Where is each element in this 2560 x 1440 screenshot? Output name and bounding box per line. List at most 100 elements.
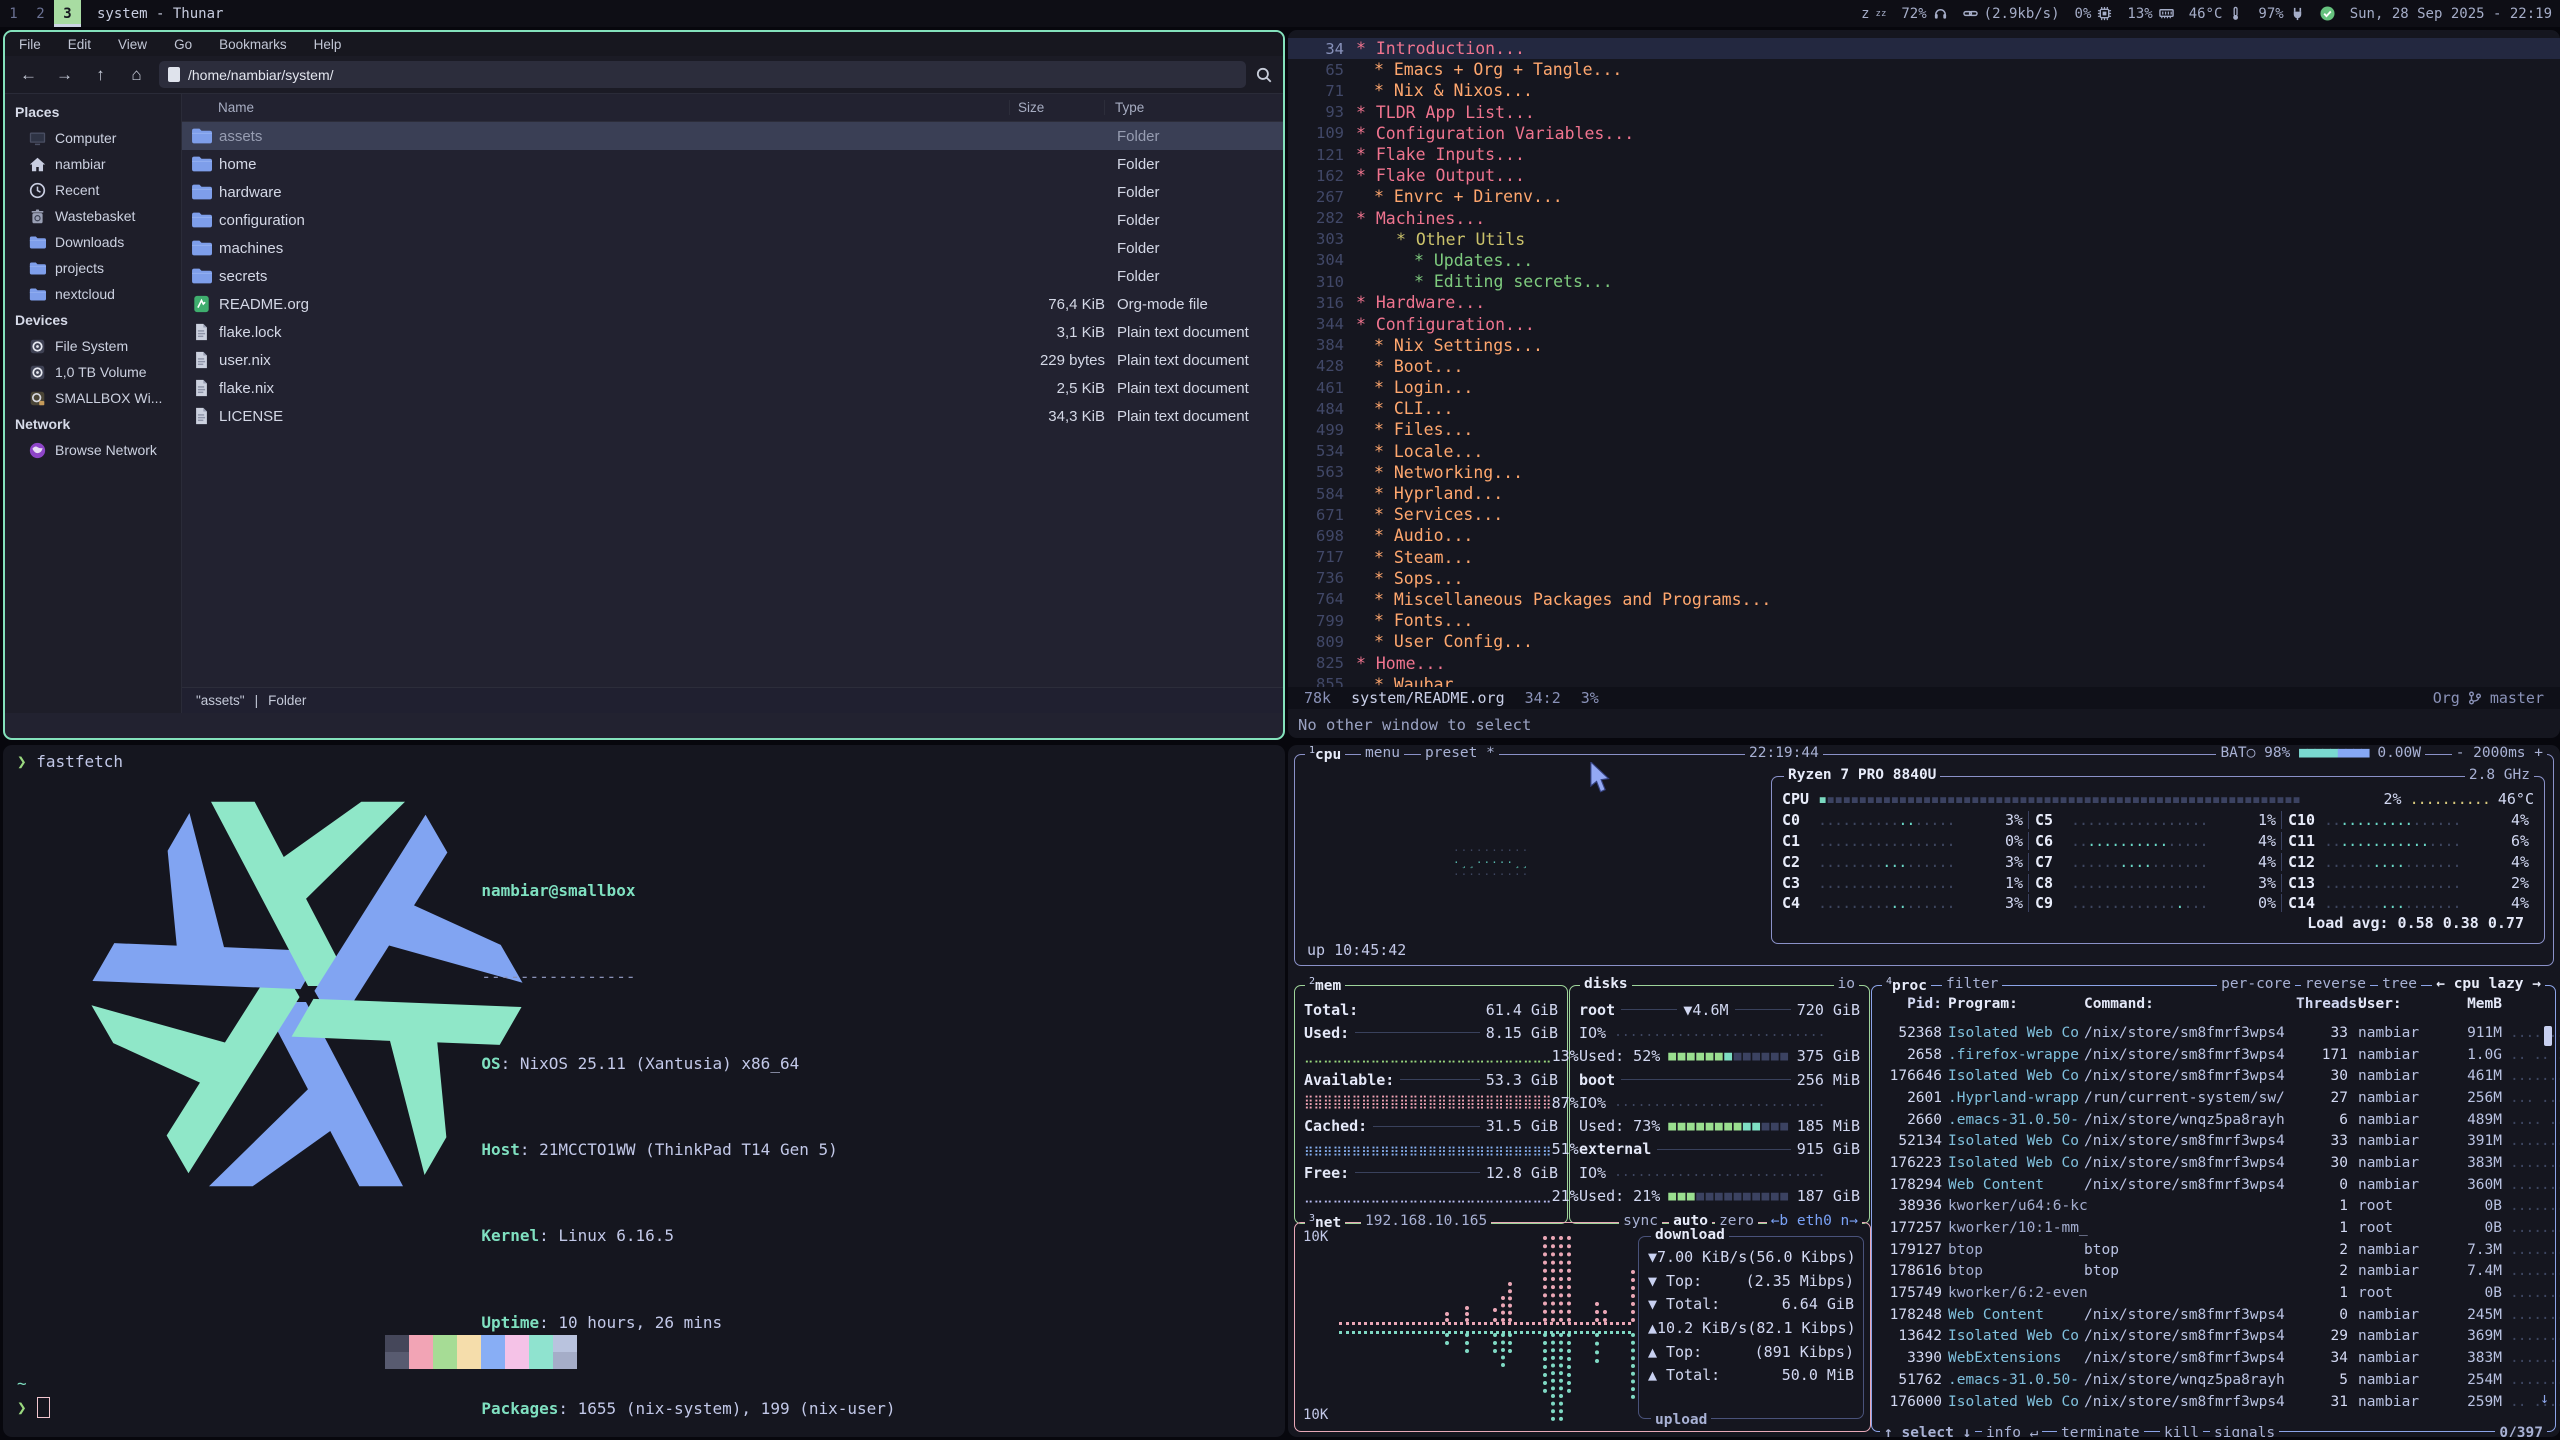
org-heading-line[interactable]: 310 * Editing secrets...: [1288, 271, 2560, 292]
org-heading-line[interactable]: 267 * Envrc + Direnv...: [1288, 186, 2560, 207]
sidebar-item[interactable]: Places: [5, 99, 181, 125]
sidebar-item[interactable]: Computer: [5, 125, 181, 151]
process-row[interactable]: 2660 .emacs-31.0.50- /nix/store/wnqz5pa8…: [1880, 1109, 2547, 1131]
process-row[interactable]: 13642 Isolated Web Co /nix/store/sm8fmrf…: [1880, 1326, 2547, 1348]
proc-reverse-toggle[interactable]: reverse: [2301, 976, 2370, 992]
org-heading-line[interactable]: 484 * CLI...: [1288, 398, 2560, 419]
menu-item[interactable]: Edit: [68, 37, 91, 52]
process-row[interactable]: 52368 Isolated Web Co /nix/store/sm8fmrf…: [1880, 1022, 2547, 1044]
home-button[interactable]: ⌂: [123, 61, 150, 88]
org-heading-line[interactable]: 121 * Flake Inputs...: [1288, 144, 2560, 165]
proc-kill-hint[interactable]: kill: [2160, 1425, 2203, 1437]
network-indicator[interactable]: (2.9kb/s): [1963, 6, 2060, 22]
org-heading-line[interactable]: 671 * Services...: [1288, 504, 2560, 525]
clock[interactable]: Sun, 28 Sep 2025 - 22:19: [2350, 6, 2552, 22]
sidebar-item[interactable]: Browse Network: [5, 437, 181, 463]
menu-item[interactable]: File: [19, 37, 41, 52]
file-row[interactable]: configuration Folder: [182, 206, 1283, 234]
sidebar-item[interactable]: nambiar: [5, 151, 181, 177]
org-heading-line[interactable]: 316 * Hardware...: [1288, 292, 2560, 313]
proc-tree-toggle[interactable]: tree: [2378, 976, 2421, 992]
file-row[interactable]: user.nix 229 bytes Plain text document: [182, 346, 1283, 374]
org-heading-line[interactable]: 736 * Sops...: [1288, 568, 2560, 589]
menu-item[interactable]: Go: [174, 37, 192, 52]
check-circle-icon[interactable]: [2320, 6, 2335, 21]
org-heading-line[interactable]: 162 * Flake Output...: [1288, 165, 2560, 186]
memory-indicator[interactable]: 13%: [2127, 6, 2173, 22]
up-button[interactable]: ↑: [87, 61, 114, 88]
org-heading-line[interactable]: 34 * Introduction...: [1288, 38, 2560, 59]
menu-item[interactable]: View: [118, 37, 147, 52]
path-bar[interactable]: /home/nambiar/system/: [159, 61, 1246, 88]
process-row[interactable]: 2601 .Hyprland-wrapp /run/current-system…: [1880, 1087, 2547, 1109]
menu-item[interactable]: Bookmarks: [219, 37, 287, 52]
org-heading-line[interactable]: 825 * Home...: [1288, 652, 2560, 673]
file-row[interactable]: machines Folder: [182, 234, 1283, 262]
sidebar-item[interactable]: Downloads: [5, 229, 181, 255]
proc-percore-toggle[interactable]: per-core: [2217, 976, 2295, 992]
volume-indicator[interactable]: 72%: [1901, 6, 1947, 22]
file-row[interactable]: flake.lock 3,1 KiB Plain text document: [182, 318, 1283, 346]
org-heading-line[interactable]: 799 * Fonts...: [1288, 610, 2560, 631]
org-heading-line[interactable]: 384 * Nix Settings...: [1288, 335, 2560, 356]
org-heading-line[interactable]: 717 * Steam...: [1288, 547, 2560, 568]
sidebar-item[interactable]: Devices: [5, 307, 181, 333]
idle-inhibit-indicator[interactable]: zzz: [1861, 6, 1886, 22]
cpu-tab[interactable]: 1cpu: [1305, 745, 1345, 763]
process-row[interactable]: 38936 kworker/u64:6-kc 1 root 0B .......…: [1880, 1196, 2547, 1218]
file-row[interactable]: LICENSE 34,3 KiB Plain text document: [182, 402, 1283, 430]
preset-button[interactable]: preset *: [1421, 745, 1499, 761]
org-heading-line[interactable]: 584 * Hyprland...: [1288, 483, 2560, 504]
process-row[interactable]: 176646 Isolated Web Co /nix/store/sm8fmr…: [1880, 1065, 2547, 1087]
org-heading-line[interactable]: 428 * Boot...: [1288, 356, 2560, 377]
file-row[interactable]: home Folder: [182, 150, 1283, 178]
org-heading-line[interactable]: 563 * Networking...: [1288, 462, 2560, 483]
proc-scrollbar-thumb[interactable]: [2544, 1026, 2552, 1046]
process-row[interactable]: 178294 Web Content /nix/store/sm8fmrf3wp…: [1880, 1174, 2547, 1196]
proc-tab[interactable]: 4proc: [1882, 976, 1931, 994]
menu-item[interactable]: Help: [314, 37, 342, 52]
process-row[interactable]: 3390 WebExtensions /nix/store/sm8fmrf3wp…: [1880, 1347, 2547, 1369]
file-row[interactable]: flake.nix 2,5 KiB Plain text document: [182, 374, 1283, 402]
temperature-indicator[interactable]: 46°C: [2189, 6, 2244, 22]
disks-tab[interactable]: disks: [1580, 976, 1632, 992]
org-heading-line[interactable]: 304 * Updates...: [1288, 250, 2560, 271]
process-row[interactable]: 2658 .firefox-wrappe /nix/store/sm8fmrf3…: [1880, 1044, 2547, 1066]
proc-info-hint[interactable]: info ↵: [1982, 1425, 2042, 1437]
proc-terminate-hint[interactable]: terminate: [2057, 1425, 2144, 1437]
sidebar-item[interactable]: 1,0 TB Volume: [5, 359, 181, 385]
process-row[interactable]: 177257 kworker/10:1-mm_ 1 root 0B ......…: [1880, 1217, 2547, 1239]
sidebar-item[interactable]: Network: [5, 411, 181, 437]
org-heading-line[interactable]: 303 * Other Utils: [1288, 229, 2560, 250]
update-interval-control[interactable]: - 2000ms +: [2452, 745, 2547, 761]
sidebar-item[interactable]: SMALLBOX Wi...: [5, 385, 181, 411]
column-name[interactable]: Name: [182, 100, 1009, 115]
sidebar-item[interactable]: nextcloud: [5, 281, 181, 307]
workspace-1[interactable]: 1: [0, 0, 27, 27]
org-heading-line[interactable]: 109 * Configuration Variables...: [1288, 123, 2560, 144]
process-row[interactable]: 176223 Isolated Web Co /nix/store/sm8fmr…: [1880, 1152, 2547, 1174]
org-heading-line[interactable]: 764 * Miscellaneous Packages and Program…: [1288, 589, 2560, 610]
proc-signals-hint[interactable]: signals: [2210, 1425, 2279, 1437]
org-heading-line[interactable]: 65 * Emacs + Org + Tangle...: [1288, 59, 2560, 80]
cpu-indicator[interactable]: 0%: [2075, 6, 2113, 22]
org-heading-line[interactable]: 499 * Files...: [1288, 419, 2560, 440]
process-row[interactable]: 178616 btop btop 2 nambiar 7.4M ........…: [1880, 1261, 2547, 1283]
process-row[interactable]: 179127 btop btop 2 nambiar 7.3M ........…: [1880, 1239, 2547, 1261]
org-heading-line[interactable]: 282 * Machines...: [1288, 208, 2560, 229]
org-heading-line[interactable]: 534 * Locale...: [1288, 441, 2560, 462]
file-row[interactable]: hardware Folder: [182, 178, 1283, 206]
proc-sort-selector[interactable]: ← cpu lazy →: [2432, 976, 2545, 992]
menu-button[interactable]: menu: [1361, 745, 1404, 761]
org-heading-line[interactable]: 461 * Login...: [1288, 377, 2560, 398]
sidebar-item[interactable]: projects: [5, 255, 181, 281]
io-tab[interactable]: io: [1834, 976, 1859, 992]
workspace-3-active[interactable]: 3: [54, 0, 81, 27]
shell-prompt[interactable]: ❯: [17, 1397, 50, 1419]
org-heading-line[interactable]: 93 * TLDR App List...: [1288, 102, 2560, 123]
process-row[interactable]: 178248 Web Content /nix/store/sm8fmrf3wp…: [1880, 1304, 2547, 1326]
process-row[interactable]: 51762 .emacs-31.0.50- /nix/store/wnqz5pa…: [1880, 1369, 2547, 1391]
file-row[interactable]: README.org 76,4 KiB Org-mode file: [182, 290, 1283, 318]
org-heading-line[interactable]: 809 * User Config...: [1288, 631, 2560, 652]
sidebar-item[interactable]: Wastebasket: [5, 203, 181, 229]
